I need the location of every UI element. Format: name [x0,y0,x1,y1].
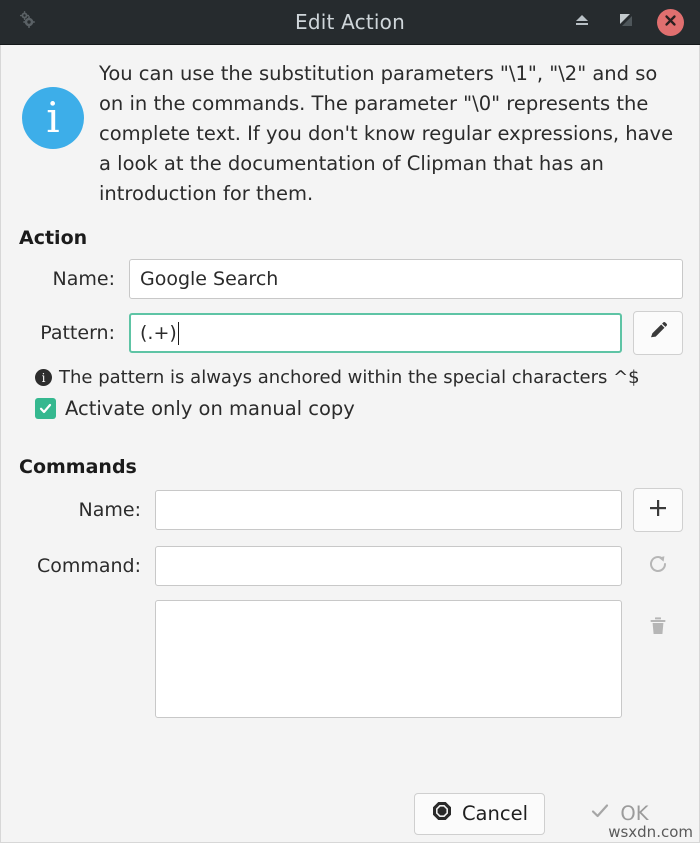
action-name-label: Name: [52,268,115,290]
add-command-button[interactable] [633,488,683,532]
commands-list[interactable] [155,600,622,718]
action-pattern-label: Pattern: [40,322,115,344]
eject-icon [573,11,591,33]
pattern-hint: i The pattern is always anchored within … [35,367,683,388]
check-icon [589,800,611,827]
command-name-label: Name: [78,499,141,521]
manual-copy-checkbox[interactable] [35,398,56,419]
delete-command-button[interactable] [633,606,683,650]
maximize-button[interactable] [613,9,639,35]
ok-button[interactable]: OK [555,793,683,835]
command-value-label: Command: [36,555,141,577]
commands-list-row [17,600,683,718]
pattern-hint-text: The pattern is always anchored within th… [59,367,640,388]
action-pattern-row: Pattern: (.+) [17,311,683,355]
titlebar: Edit Action [0,0,700,45]
maximize-icon [618,12,634,32]
cancel-button-label: Cancel [461,802,528,825]
command-name-row: Name: [17,488,683,532]
action-name-row: Name: Google Search [17,259,683,299]
pattern-edit-button[interactable] [633,311,683,355]
command-value-input[interactable] [155,546,622,586]
refresh-icon [646,552,670,580]
titlebar-buttons [569,8,700,36]
pencil-icon [647,320,669,346]
manual-copy-checkbox-row[interactable]: Activate only on manual copy [35,397,683,420]
action-pattern-input[interactable]: (.+) [129,313,622,353]
gears-icon [16,8,40,36]
close-icon [663,13,678,32]
info-icon: i [22,87,84,149]
ok-button-label: OK [620,802,649,825]
info-icon: i [35,369,52,386]
check-icon [39,403,52,414]
edit-action-dialog: Edit Action i You can use the substituti… [0,0,700,843]
trash-icon [646,614,670,642]
dialog-footer: Cancel OK wsxdn.com [0,785,700,843]
stop-icon [431,800,453,827]
dialog-body: i You can use the substitution parameter… [0,45,700,785]
close-button[interactable] [657,8,684,36]
action-section-heading: Action [19,227,88,249]
info-banner: i You can use the substitution parameter… [17,45,683,213]
plus-icon [646,496,670,524]
info-text: You can use the substitution parameters … [99,62,674,205]
shade-button[interactable] [569,9,595,35]
command-value-row: Command: [17,544,683,588]
command-name-input[interactable] [155,490,622,530]
app-icon-container [0,8,56,36]
refresh-command-button[interactable] [633,544,683,588]
manual-copy-checkbox-label: Activate only on manual copy [65,397,355,420]
commands-section-heading: Commands [19,456,137,478]
action-pattern-value: (.+) [140,322,177,344]
action-name-input[interactable]: Google Search [129,259,683,299]
cancel-button[interactable]: Cancel [413,792,545,835]
text-caret [177,321,179,345]
